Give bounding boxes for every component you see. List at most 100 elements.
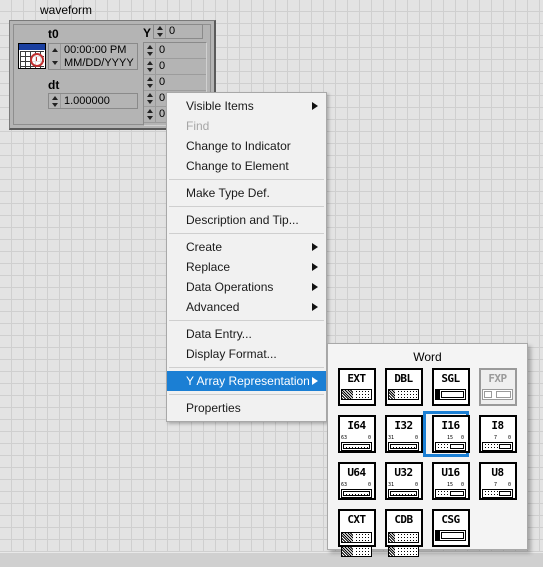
spin-up-icon[interactable] [49,94,60,101]
fraction-field [496,391,511,398]
spin-up-icon[interactable] [144,107,155,115]
palette-cell-sgl[interactable]: SGL [427,368,474,412]
representation-icon-u32[interactable]: U32 31 0 [384,462,423,500]
bit-layout-graphic [341,489,372,498]
representation-icon-ext[interactable]: EXT [337,368,376,406]
palette-cell-u16[interactable]: U16 15 0 [427,462,474,506]
spin-down-icon[interactable] [144,115,155,123]
representation-icon-i16[interactable]: I16 15 0 [431,415,470,453]
palette-row: CXT CDB CSG [333,509,523,557]
palette-cell-cdb[interactable]: CDB [380,509,427,557]
bit-lo-label: 0 [367,435,371,441]
representation-icon-u64[interactable]: U64 63 0 [337,462,376,500]
t0-spinner[interactable] [49,44,61,69]
menu-item-change-to-indicator[interactable]: Change to Indicator [167,136,326,156]
menu-item-data-operations[interactable]: Data Operations [167,277,326,297]
representation-icon-i8[interactable]: I8 7 0 [478,415,517,453]
palette-row: U64 63 0 U32 31 0 U16 15 0 U8 7 0 [333,462,523,509]
palette-cell-i16[interactable]: I16 15 0 [423,411,474,459]
y-array-row[interactable]: 0 [144,59,206,75]
palette-cell-cxt[interactable]: CXT [333,509,380,557]
bit-hi-label: 7 [494,482,498,488]
spin-down-icon[interactable] [154,32,165,39]
palette-cell-dbl[interactable]: DBL [380,368,427,412]
palette-cell-fxp: FXP [474,368,521,412]
exponent-field [389,547,395,556]
representation-icon-sgl[interactable]: SGL [431,368,470,406]
palette-cell-u32[interactable]: U32 31 0 [380,462,427,506]
spin-down-icon[interactable] [49,101,60,108]
calendar-clock-icon[interactable] [18,43,46,69]
spin-up-icon[interactable] [144,75,155,83]
spin-down-icon[interactable] [144,67,155,75]
spin-down-icon[interactable] [49,57,60,70]
representation-icon-u16[interactable]: U16 15 0 [431,462,470,500]
menu-item-label: Data Operations [186,280,274,294]
y-element-spinner[interactable] [144,43,156,58]
spin-up-icon[interactable] [49,44,60,57]
menu-item-label: Find [186,119,210,133]
bit-layout-graphic [435,442,466,451]
spin-up-icon[interactable] [144,43,155,51]
representation-icon-i32[interactable]: I32 31 0 [384,415,423,453]
representation-icon-csg[interactable]: CSG [431,509,470,547]
representation-icon-cdb[interactable]: CDB [384,509,423,557]
chevron-right-icon [312,102,318,110]
palette-cell-i32[interactable]: I32 31 0 [380,415,427,459]
menu-item-replace[interactable]: Replace [167,257,326,277]
dt-field[interactable]: 1.000000 [48,93,138,109]
complex-parts [341,530,372,557]
menu-item-label: Display Format... [186,347,277,361]
palette-cell-i8[interactable]: I8 7 0 [474,415,521,459]
dt-spinner[interactable] [49,94,61,108]
t0-timestamp-field[interactable]: 00:00:00 PM MM/DD/YYYY [48,43,138,70]
menu-item-data-entry[interactable]: Data Entry... [167,324,326,344]
spin-down-icon[interactable] [144,51,155,59]
y-index-spinner[interactable] [154,25,166,38]
representation-palette[interactable]: Word EXT DBL SGL FXP I64 63 0 I32 31 0 I16 15 0 I8 7 0 U… [327,343,528,557]
bit-lo-label: 0 [507,482,511,488]
menu-item-advanced[interactable]: Advanced [167,297,326,317]
menu-item-label: Change to Indicator [186,139,291,153]
palette-cell-csg[interactable]: CSG [427,509,474,553]
spin-up-icon[interactable] [144,91,155,99]
representation-icon-dbl[interactable]: DBL [384,368,423,406]
menu-item-make-type-def[interactable]: Make Type Def. [167,183,326,203]
palette-cell-i64[interactable]: I64 63 0 [333,415,380,459]
menu-item-label: Properties [186,401,241,415]
representation-label: FXP [488,372,507,385]
representation-label: DBL [394,372,413,385]
spin-down-icon[interactable] [144,99,155,107]
y-index-field[interactable]: 0 [153,24,203,39]
y-array-row[interactable]: 0 [144,75,206,91]
representation-icon-cxt[interactable]: CXT [337,509,376,557]
menu-item-description-and-tip[interactable]: Description and Tip... [167,210,326,230]
menu-item-create[interactable]: Create [167,237,326,257]
menu-item-display-format[interactable]: Display Format... [167,344,326,364]
exponent-field [389,533,395,542]
menu-item-properties[interactable]: Properties [167,398,326,418]
palette-cell-ext[interactable]: EXT [333,368,380,412]
palette-cell-u8[interactable]: U8 7 0 [474,462,521,506]
spin-up-icon[interactable] [144,59,155,67]
palette-cell-u64[interactable]: U64 63 0 [333,462,380,506]
menu-item-y-array-representation[interactable]: Y Array Representation [167,371,326,391]
representation-icon-u8[interactable]: U8 7 0 [478,462,517,500]
menu-item-change-to-element[interactable]: Change to Element [167,156,326,176]
menu-item-visible-items[interactable]: Visible Items [167,96,326,116]
representation-label: I16 [441,419,460,432]
spin-down-icon[interactable] [144,83,155,91]
context-menu[interactable]: Visible Items Find Change to Indicator Chan… [166,92,327,422]
representation-label: I32 [394,419,413,432]
calendar-header [19,44,45,50]
representation-icon-i64[interactable]: I64 63 0 [337,415,376,453]
representation-label: CDB [394,513,413,526]
y-element-spinner[interactable] [144,59,156,74]
y-element-spinner[interactable] [144,107,156,122]
y-array-row[interactable]: 0 [144,43,206,59]
y-element-spinner[interactable] [144,91,156,106]
bit-layout-graphic [341,389,372,400]
representation-icon-fxp: FXP [478,368,517,406]
bit-dots [436,443,451,450]
y-element-spinner[interactable] [144,75,156,90]
